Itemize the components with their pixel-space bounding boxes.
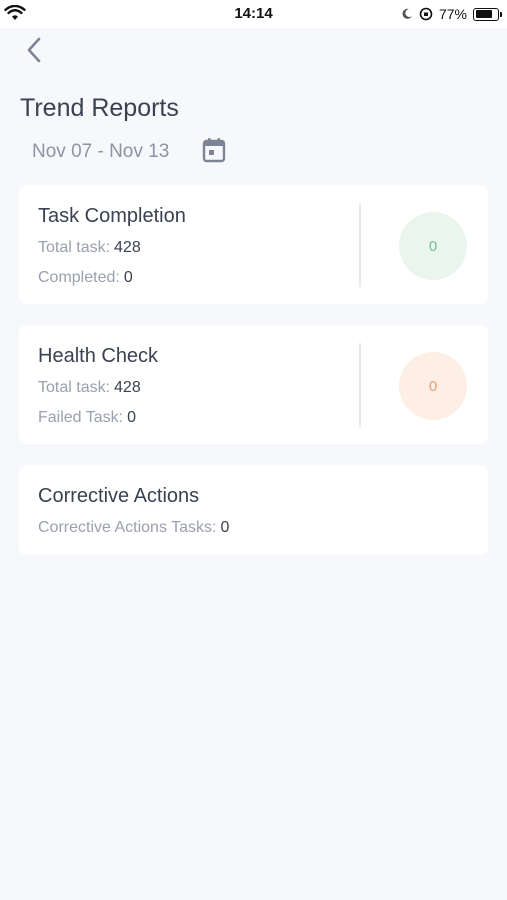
metric-value: 0 (220, 519, 230, 536)
total-task-metric: Total task: 428 (38, 239, 141, 257)
metric-label: Total task: (38, 379, 111, 396)
metric-label: Corrective Actions Tasks: (38, 519, 217, 536)
back-button[interactable] (20, 36, 48, 64)
circle-value: 0 (428, 377, 438, 395)
calendar-icon (202, 138, 226, 163)
card-title: Health Check (38, 345, 159, 367)
health-check-card[interactable]: Health Check Total task: 428 Failed Task:… (19, 325, 488, 444)
card-divider (359, 343, 361, 427)
corrective-actions-card[interactable]: Corrective Actions Corrective Actions Ta… (19, 465, 488, 555)
status-bar: 14:14 77% (0, 0, 507, 28)
card-title: Task Completion (38, 205, 186, 227)
health-circle: 0 (399, 352, 467, 420)
metric-label: Completed: (38, 269, 120, 286)
total-task-metric: Total task: 428 (38, 379, 141, 397)
metric-label: Failed Task: (38, 409, 124, 426)
status-right: 77% (401, 5, 502, 23)
metric-label: Total task: (38, 239, 111, 256)
metric-value: 0 (123, 269, 133, 286)
card-title: Corrective Actions (38, 485, 200, 507)
metric-value: 0 (127, 409, 136, 426)
metric-value: 428 (114, 239, 141, 256)
failed-task-metric: Failed Task: 0 (38, 409, 136, 427)
calendar-button[interactable] (201, 136, 227, 164)
completed-metric: Completed: 0 (38, 269, 133, 287)
orientation-lock-icon (419, 7, 433, 21)
card-divider (359, 203, 361, 287)
corrective-tasks-metric: Corrective Actions Tasks: 0 (38, 519, 229, 537)
metric-value: 428 (114, 379, 141, 396)
page-title: Trend Reports (20, 94, 179, 122)
battery-icon (473, 7, 502, 21)
date-range[interactable]: Nov 07 - Nov 13 (32, 141, 169, 163)
circle-value: 0 (428, 237, 438, 255)
chevron-left-icon (27, 37, 41, 63)
moon-icon (402, 8, 412, 19)
completion-circle: 0 (399, 212, 467, 280)
task-completion-card[interactable]: Task Completion Total task: 428 Completed… (19, 185, 488, 304)
battery-percent: 77% (438, 6, 467, 22)
